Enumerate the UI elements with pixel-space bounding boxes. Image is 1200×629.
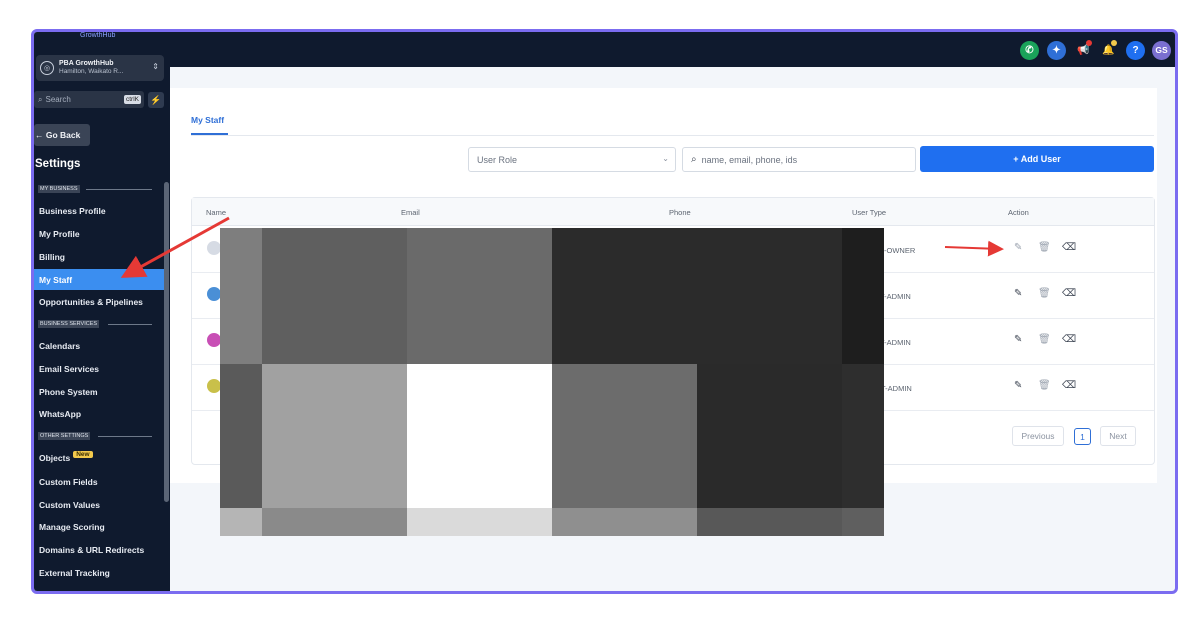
sidebar-item-my-profile[interactable]: My Profile [34,223,164,244]
trash-icon[interactable]: 🗑 [1038,288,1051,299]
search-placeholder: Search [45,95,71,104]
edit-pencil-icon[interactable]: ✎ [1014,334,1022,345]
staff-search-placeholder: name, email, phone, ids [701,154,798,165]
sidebar-item-email-services[interactable]: Email Services [34,358,164,379]
add-user-button[interactable]: + Add User [920,146,1154,172]
trash-icon[interactable]: 🗑 [1038,334,1051,345]
trash-icon[interactable]: 🗑 [1038,242,1051,253]
remove-x-icon[interactable]: ⌫ [1062,242,1076,253]
tab-my-staff[interactable]: My Staff [191,115,224,125]
sidebar-item-objects[interactable]: Objects New [34,447,164,468]
sidebar-item-phone-system[interactable]: Phone System [34,381,164,402]
column-header-phone: Phone [669,208,691,217]
column-header-email: Email [401,208,420,217]
sidebar-search[interactable]: ⌕ Search ctrlK [34,91,144,108]
sidebar-item-billing[interactable]: Billing [34,246,164,267]
section-divider [98,436,152,437]
search-shortcut: ctrlK [124,95,141,104]
next-page-button[interactable]: Next [1100,426,1136,446]
redaction-overlay [220,228,884,536]
sidebar-item-custom-values[interactable]: Custom Values [34,494,164,515]
sidebar-item-business-profile[interactable]: Business Profile [34,200,164,221]
trash-icon[interactable]: 🗑 [1038,380,1051,391]
chevron-updown-icon: ⇕ [152,62,159,71]
chevron-down-icon: ⌄ [662,154,669,163]
user-type-cell: T-ADMIN [880,338,911,347]
go-back-button[interactable]: ← Go Back [34,124,90,146]
edit-pencil-icon[interactable]: ✎ [1014,380,1022,391]
section-label-other-settings: OTHER SETTINGS [38,432,91,440]
sidebar-item-manage-scoring[interactable]: Manage Scoring [34,516,164,537]
staff-search-input[interactable]: ⌕ name, email, phone, ids [682,147,916,172]
location-subtitle: Hamilton, Waikato R... [59,68,124,75]
sidebar-item-custom-fields[interactable]: Custom Fields [34,471,164,492]
remove-x-icon[interactable]: ⌫ [1062,288,1076,299]
page-number-button[interactable]: 1 [1074,428,1091,445]
sidebar-item-external-tracking[interactable]: External Tracking [34,562,164,583]
top-bar: ✆ ✦ 📢 🔔 ? GS [170,32,1175,67]
avatar [207,379,221,393]
section-divider [86,189,152,190]
user-role-placeholder: User Role [477,154,518,165]
sidebar-item-calendars[interactable]: Calendars [34,335,164,356]
location-name: PBA GrowthHub [59,60,114,67]
previous-page-button[interactable]: Previous [1012,426,1064,446]
sidebar-item-domains-url-redirects[interactable]: Domains & URL Redirects [34,539,164,560]
settings-title: Settings [35,158,81,170]
location-icon: ◎ [40,61,54,75]
sidebar-item-opportunities-pipelines[interactable]: Opportunities & Pipelines [34,291,164,312]
quick-action-bolt-icon[interactable]: ⚡ [148,92,164,108]
user-type-cell: T-ADMIN [880,292,911,301]
sidebar-item-whatsapp[interactable]: WhatsApp [34,403,164,424]
remove-x-icon[interactable]: ⌫ [1062,380,1076,391]
search-icon: ⌕ [691,154,697,165]
new-badge: New [73,451,93,458]
avatar [207,287,221,301]
app-frame: GrowthHub ◎ PBA GrowthHub Hamilton, Waik… [31,29,1178,594]
edit-pencil-icon[interactable]: ✎ [1014,288,1022,299]
user-role-select[interactable]: User Role ⌄ [468,147,676,172]
search-icon: ⌕ [38,94,43,104]
sidebar-item-label: Objects [39,452,71,463]
phone-icon[interactable]: ✆ [1020,41,1039,60]
section-label-my-business: MY BUSINESS [38,185,80,193]
section-label-business-services: BUSINESS SERVICES [38,320,100,328]
section-divider [108,324,152,325]
app-logo: GrowthHub [80,32,116,39]
help-icon[interactable]: ? [1126,41,1145,60]
notification-dot [1086,40,1092,46]
magic-wand-icon[interactable]: ✦ [1047,41,1066,60]
table-header: Name Email Phone User Type Action [192,198,1154,226]
notification-dot [1111,40,1117,46]
column-header-user-type: User Type [852,208,887,217]
avatar [207,333,221,347]
column-header-action: Action [1008,208,1029,217]
location-switcher[interactable]: ◎ PBA GrowthHub Hamilton, Waikato R... ⇕ [36,55,164,81]
sidebar: GrowthHub ◎ PBA GrowthHub Hamilton, Waik… [34,32,170,591]
edit-pencil-icon[interactable]: ✎ [1014,242,1022,253]
user-avatar[interactable]: GS [1152,41,1171,60]
avatar [207,241,221,255]
tab-divider [191,135,1154,136]
user-type-cell: -OWNER [884,246,916,255]
sidebar-scrollbar[interactable] [164,182,169,502]
column-header-name: Name [206,208,227,217]
sidebar-item-my-staff[interactable]: My Staff [34,269,164,290]
remove-x-icon[interactable]: ⌫ [1062,334,1076,345]
